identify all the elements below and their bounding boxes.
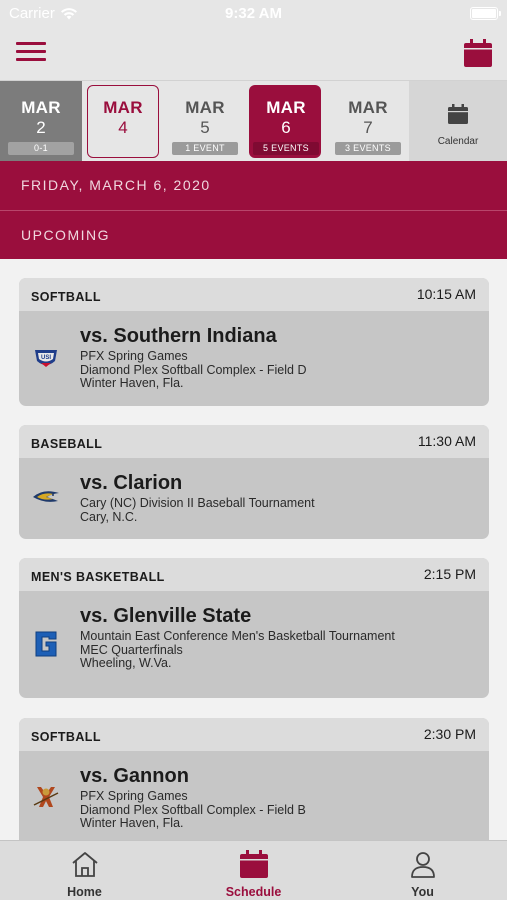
event-detail-line: Diamond Plex Softball Complex - Field D [80,362,307,377]
date-badge: 0-1 [8,142,74,155]
svg-text:USI: USI [41,355,51,361]
event-detail-line: Winter Haven, Fla. [80,816,184,830]
tab-home[interactable]: Home [0,841,169,900]
date-month: MAR [185,98,225,117]
glenville-g-logo-icon [35,631,57,657]
home-icon [72,852,98,877]
tab-label: Home [67,885,102,899]
event-card[interactable]: BASEBALL 11:30 AM vs. Clarion Cary (NC) … [19,425,489,539]
event-opponent: vs. Glenville State [80,605,252,627]
date-strip: MAR 2 0-1 MAR 4 MAR 5 1 EVENT MAR 6 5 EV… [0,80,507,161]
date-month: MAR [21,98,61,117]
event-time: 10:15 AM [416,286,476,302]
event-time: 2:30 PM [423,726,476,742]
event-sport: MEN'S BASKETBALL [31,570,165,584]
event-detail-line: Diamond Plex Softball Complex - Field B [80,802,306,817]
event-card-header: SOFTBALL 2:30 PM [19,718,489,751]
usi-logo-icon: USI [35,350,57,367]
gannon-knight-logo-icon [33,787,59,807]
event-sport: SOFTBALL [31,290,101,304]
event-detail-line: PFX Spring Games [80,789,188,803]
status-bar: Carrier 9:32 AM [0,4,507,24]
event-time: 11:30 AM [417,433,476,449]
date-mar-6[interactable]: MAR 6 5 EVENTS [245,81,327,161]
event-detail-line: Cary, N.C. [80,509,138,524]
date-day: 7 [363,118,373,137]
status-time: 9:32 AM [225,5,282,22]
date-mar-5[interactable]: MAR 5 1 EVENT [164,81,246,161]
date-badge: 1 EVENT [172,142,238,155]
tab-label: You [411,885,434,899]
calendar-icon [448,104,468,124]
clarion-eagle-logo-icon [33,491,59,502]
tab-schedule[interactable]: Schedule [169,841,338,900]
date-month: MAR [266,98,306,117]
hamburger-menu-button[interactable] [16,42,46,62]
battery-icon [470,7,501,20]
event-card-header: SOFTBALL 10:15 AM [19,278,489,311]
event-detail-line: Mountain East Conference Men's Basketbal… [80,629,395,643]
event-detail-line: Winter Haven, Fla. [80,376,184,390]
event-sport: SOFTBALL [31,730,101,744]
date-day: 5 [200,118,210,137]
date-mar-4[interactable]: MAR 4 [82,81,164,161]
event-card-header: BASEBALL 11:30 AM [19,425,489,458]
tab-you[interactable]: You [338,841,507,900]
calendar-icon [240,850,268,878]
date-mar-7[interactable]: MAR 7 3 EVENTS [327,81,409,161]
event-opponent: vs. Southern Indiana [80,325,277,347]
event-time: 2:15 PM [423,566,476,582]
date-day: 6 [281,118,291,137]
tab-bar: Home Schedule You [0,840,507,900]
calendar-label: Calendar [437,136,479,147]
date-badge: 3 EVENTS [335,142,401,155]
tab-label: Schedule [225,885,282,899]
event-opponent: vs. Gannon [80,765,189,787]
event-detail-line: PFX Spring Games [80,349,188,363]
event-card[interactable]: SOFTBALL 10:15 AM USI vs. Southern India… [19,278,489,406]
calendar-button[interactable]: Calendar [409,81,507,161]
event-list[interactable]: SOFTBALL 10:15 AM USI vs. Southern India… [0,259,507,840]
event-detail-line: Cary (NC) Division II Baseball Tournamen… [80,496,315,510]
selected-date-header: FRIDAY, MARCH 6, 2020 [0,161,507,210]
app-header: Carrier 9:32 AM [0,0,507,80]
date-month: MAR [103,98,143,117]
event-sport: BASEBALL [31,437,103,451]
upcoming-section-header: UPCOMING [0,210,507,259]
event-card[interactable]: MEN'S BASKETBALL 2:15 PM vs. Glenville S… [19,558,489,698]
date-badge: 5 EVENTS [253,142,319,155]
event-card-header: MEN'S BASKETBALL 2:15 PM [19,558,489,591]
date-day: 4 [118,118,128,137]
event-card[interactable]: SOFTBALL 2:30 PM vs. Gannon PFX Spring G… [19,718,489,840]
date-month: MAR [348,98,388,117]
date-mar-2[interactable]: MAR 2 0-1 [0,81,82,161]
event-opponent: vs. Clarion [80,472,183,494]
event-detail-line: Wheeling, W.Va. [80,656,172,670]
calendar-icon[interactable] [463,38,493,68]
event-detail-line: MEC Quarterfinals [80,642,183,657]
date-day: 2 [36,118,46,137]
person-icon [411,852,435,878]
